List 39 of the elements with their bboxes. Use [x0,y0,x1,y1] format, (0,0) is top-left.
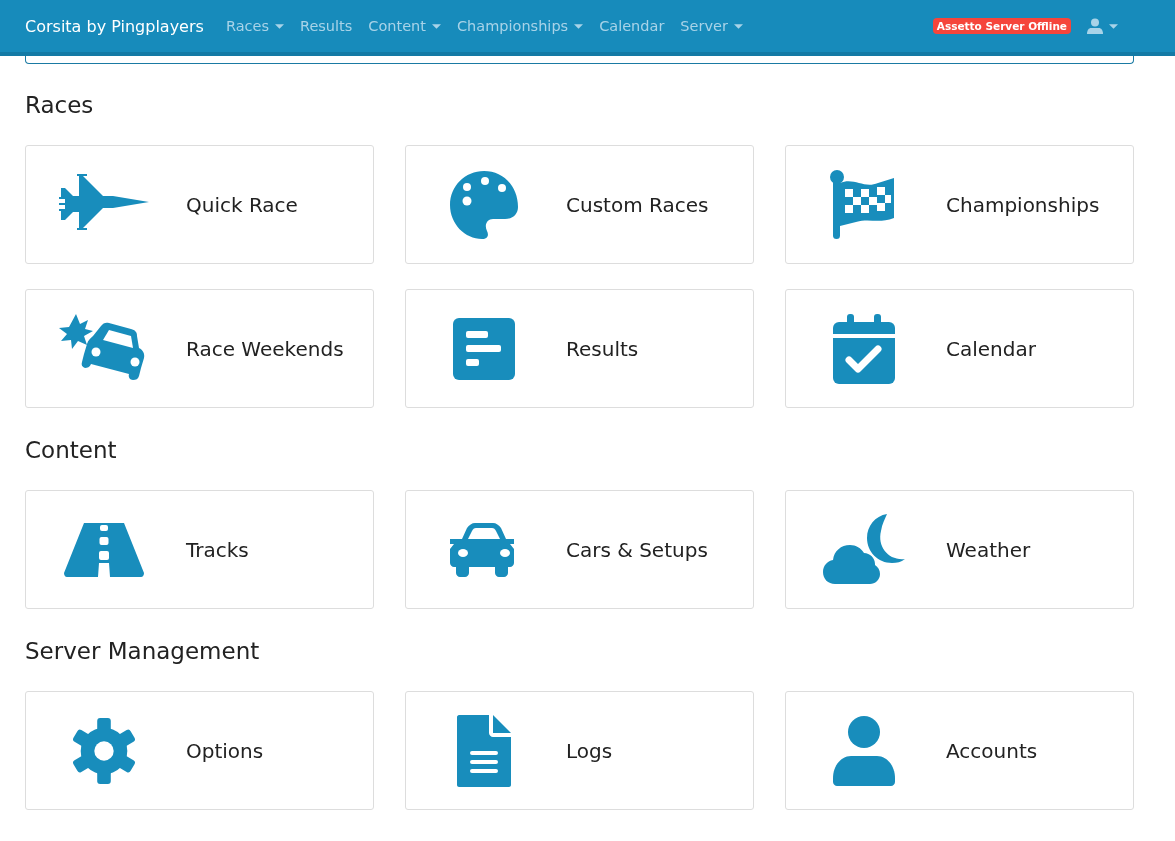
tile-label: Custom Races [566,192,709,217]
cloud-moon-icon [823,513,905,586]
section-heading: Server Management [25,637,261,666]
tile-label: Calendar [946,336,1036,361]
calendar-check-icon [833,313,895,384]
tile-card[interactable]: Championships [785,145,1134,264]
tile-card[interactable]: Calendar [785,289,1134,408]
tile-card[interactable]: Tracks [25,490,374,609]
user-icon [833,715,895,786]
road-icon [64,522,144,577]
tile-card[interactable]: Cars & Setups [405,490,754,609]
tile-label: Results [566,336,639,361]
tile-card[interactable]: Race Weekends [25,289,374,408]
tile-card[interactable]: Logs [405,691,754,810]
tile-label: Championships [946,192,1100,217]
user-icon [1087,18,1103,34]
palette-icon [448,168,520,241]
tile-label: Tracks [186,537,249,562]
tile-label: Options [186,738,264,763]
tile-card[interactable]: Custom Races [405,145,754,264]
tile-label: Logs [566,738,613,763]
tile-card[interactable]: Accounts [785,691,1134,810]
server-status-badge: Assetto Server Offline [932,18,1071,34]
tile-label: Race Weekends [186,336,344,361]
tile-card[interactable]: Weather [785,490,1134,609]
tile-card[interactable]: Results [405,289,754,408]
section-heading: Content [25,436,118,465]
tile-label: Accounts [946,738,1038,763]
tile-card[interactable]: Quick Race [25,145,374,264]
brand-link[interactable]: Corsita by Pingplayers [25,16,204,36]
document-icon [457,714,511,787]
tile-label: Quick Race [186,192,298,217]
user-menu[interactable] [1087,18,1118,34]
section-heading: Races [25,91,95,120]
tile-card[interactable]: Options [25,691,374,810]
tile-label: Weather [946,537,1031,562]
settings-icon [71,717,137,784]
tile-label: Cars & Setups [566,537,708,562]
results-icon [453,317,515,380]
